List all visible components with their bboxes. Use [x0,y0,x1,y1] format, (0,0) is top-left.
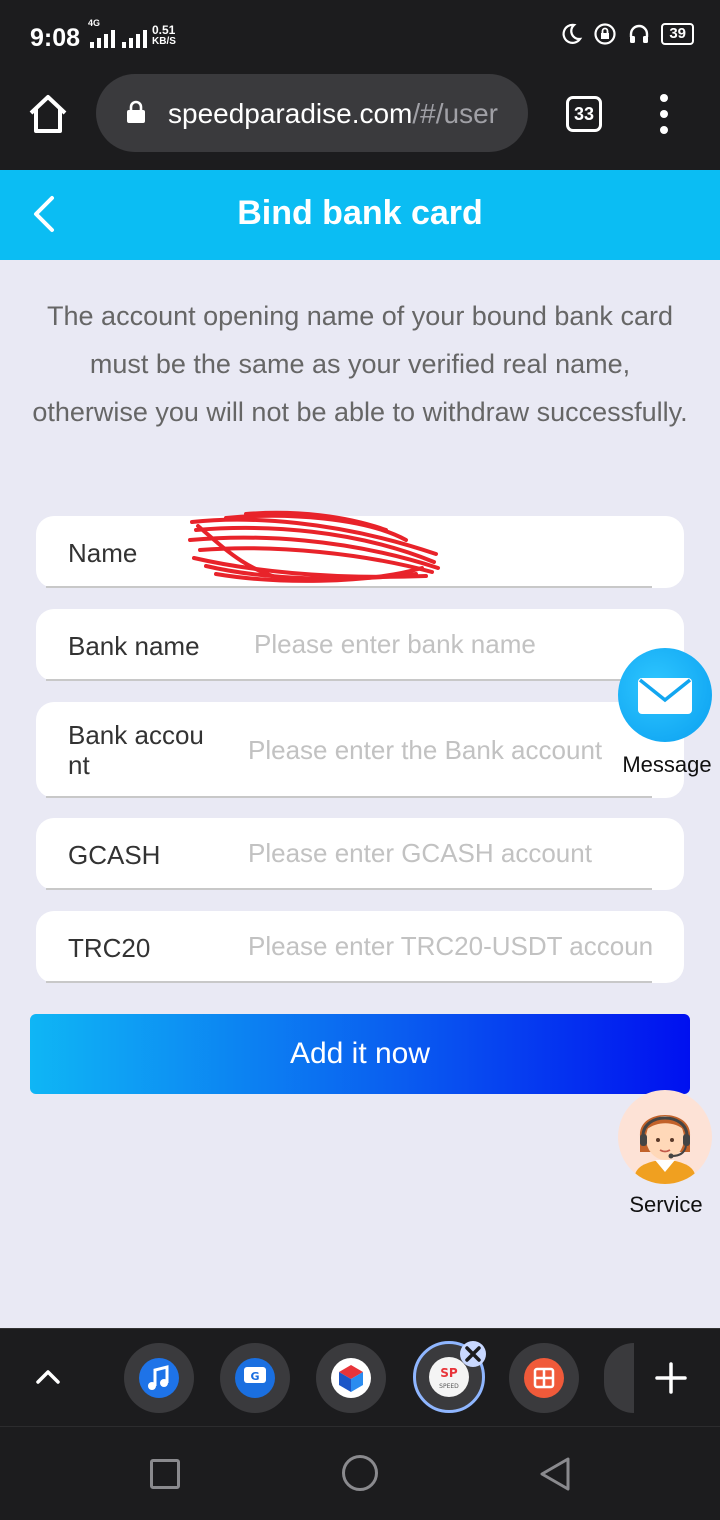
new-tab-plus-icon[interactable] [654,1361,688,1395]
service-avatar[interactable] [618,1090,712,1184]
bank-name-input[interactable] [254,629,654,660]
address-bar[interactable]: speedparadise.com/#/user [96,74,528,152]
browser-toolbar: speedparadise.com/#/user 33 [0,74,720,170]
support-agent-icon [635,1115,695,1184]
battery-indicator: 39 [661,23,694,45]
system-nav-bar [0,1426,720,1520]
tab-cube[interactable] [316,1343,386,1413]
lock-rotation-icon [594,23,616,45]
net-speed: 0.51 KB/S [152,23,176,47]
status-bar: 9:08 4G 0.51 KB/S 39 [0,0,720,74]
notice-text: The account opening name of your bound b… [32,301,688,427]
grid-app-icon [524,1358,564,1398]
gcash-label: GCASH [68,840,161,870]
add-it-now-button[interactable]: Add it now [30,1014,690,1094]
back-triangle-icon[interactable] [538,1455,572,1493]
trc20-row: TRC20 [36,911,684,983]
trc20-input[interactable] [248,931,652,962]
moon-icon [562,23,583,44]
cube-app-icon [331,1358,371,1398]
message-bubble[interactable] [618,648,712,742]
service-label: Service [629,1192,703,1217]
page-header: Bind bank card [0,170,720,260]
tab-gcash[interactable]: G [220,1343,290,1413]
close-tab-icon[interactable] [458,1339,488,1369]
bank-account-input[interactable] [248,735,628,766]
status-time: 9:08 [30,24,81,52]
headphones-icon [630,24,649,43]
svg-text:G: G [250,1370,259,1383]
name-label: Name [68,538,138,568]
tab-strip: G SP SPEED [0,1328,720,1426]
url-text: speedparadise.com/#/user [168,98,498,129]
bank-name-row: Bank name [36,609,684,681]
gcash-input[interactable] [248,838,652,869]
gcash-app-icon: G [235,1358,275,1398]
svg-text:SPEED: SPEED [439,1383,459,1390]
bank-name-label: Bank name [68,631,200,661]
tab-grid[interactable] [509,1343,579,1413]
tab-music[interactable] [124,1343,194,1413]
chevron-up-icon[interactable] [34,1363,62,1391]
redaction-scribble [188,510,440,583]
tab-switcher-button[interactable]: 33 [566,96,602,132]
tab-partial[interactable] [604,1343,634,1413]
trc20-label: TRC20 [68,933,151,963]
network-type: 4G [88,18,101,28]
svg-text:SP: SP [440,1366,458,1380]
lock-icon [127,100,145,123]
overflow-menu-icon[interactable] [656,94,672,134]
recent-apps-icon[interactable] [150,1459,180,1489]
signal-icon [90,28,115,48]
home-circle-icon[interactable] [342,1455,378,1491]
name-row: Name [36,510,684,588]
gcash-row: GCASH [36,818,684,890]
bank-account-row: Bank accou nt [36,702,684,798]
envelope-icon [638,678,692,714]
signal-icon-2 [122,28,147,48]
bank-account-label: Bank accou nt [68,720,204,780]
page-title: Bind bank card [237,194,483,232]
home-icon[interactable] [26,92,70,136]
message-label: Message [622,752,712,777]
music-app-icon [139,1358,179,1398]
